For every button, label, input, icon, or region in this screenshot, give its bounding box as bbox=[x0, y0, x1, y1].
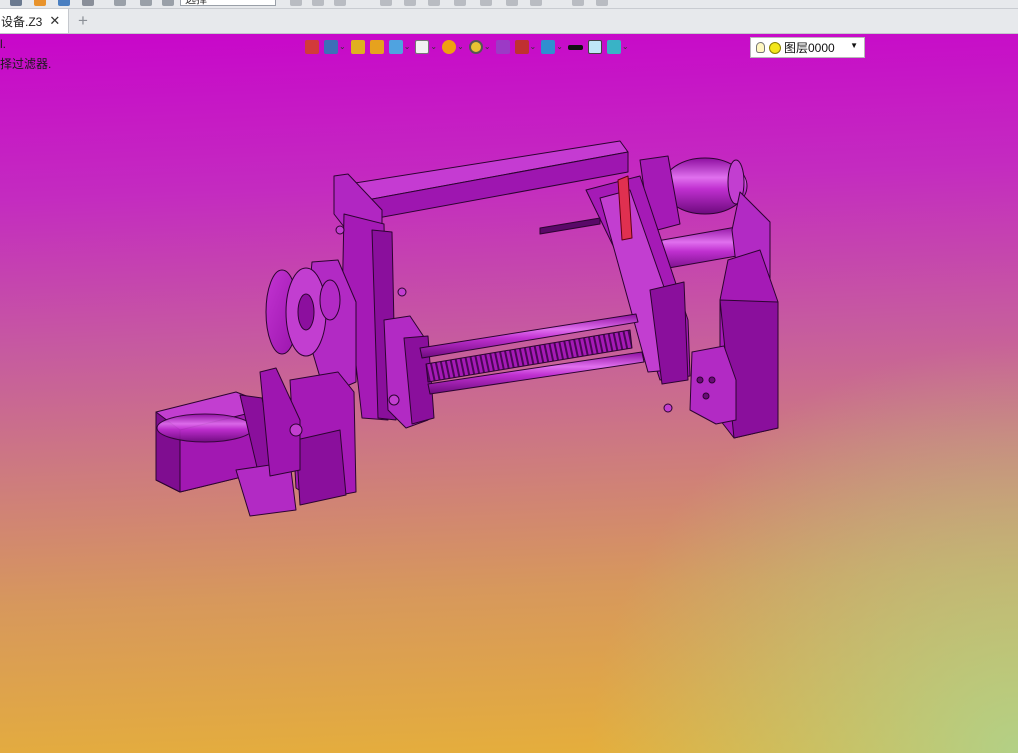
add-tab-button[interactable]: + bbox=[74, 9, 92, 33]
3d-viewport[interactable]: l. 择过滤器. ⌄ ⌄ ⌄ ⌄ ⌄ ⌄ ⌄ ⌄ 图层0000 ▼ bbox=[0, 34, 1018, 753]
measure-icon[interactable] bbox=[530, 0, 542, 6]
document-tab[interactable]: 设备.Z3 ✕ bbox=[0, 9, 69, 33]
document-tab-label: 设备.Z3 bbox=[1, 14, 43, 29]
gear-icon[interactable] bbox=[454, 0, 466, 6]
close-tab-icon[interactable]: ✕ bbox=[49, 13, 60, 29]
curve-icon[interactable] bbox=[380, 0, 392, 6]
help-icon[interactable] bbox=[596, 0, 608, 6]
redo-icon[interactable] bbox=[140, 0, 152, 6]
circle-icon[interactable] bbox=[428, 0, 440, 6]
print-icon[interactable] bbox=[82, 0, 94, 6]
pick-arrow-icon[interactable] bbox=[290, 0, 302, 6]
document-tab-bar: 设备.Z3 ✕ + bbox=[0, 9, 1018, 34]
filter-combo[interactable]: 选择 bbox=[180, 0, 276, 6]
new-icon[interactable] bbox=[10, 0, 22, 6]
snap-icon[interactable] bbox=[334, 0, 346, 6]
top-toolbar: 选择 bbox=[0, 0, 1018, 9]
light-icon[interactable] bbox=[480, 0, 492, 6]
align-icon[interactable] bbox=[506, 0, 518, 6]
save-icon[interactable] bbox=[58, 0, 70, 6]
open-icon[interactable] bbox=[34, 0, 46, 6]
undo-icon[interactable] bbox=[114, 0, 126, 6]
settings-icon[interactable] bbox=[572, 0, 584, 6]
cad-model[interactable] bbox=[0, 34, 1018, 753]
line-icon[interactable] bbox=[404, 0, 416, 6]
pick-point-icon[interactable] bbox=[312, 0, 324, 6]
pin-icon[interactable] bbox=[162, 0, 174, 6]
